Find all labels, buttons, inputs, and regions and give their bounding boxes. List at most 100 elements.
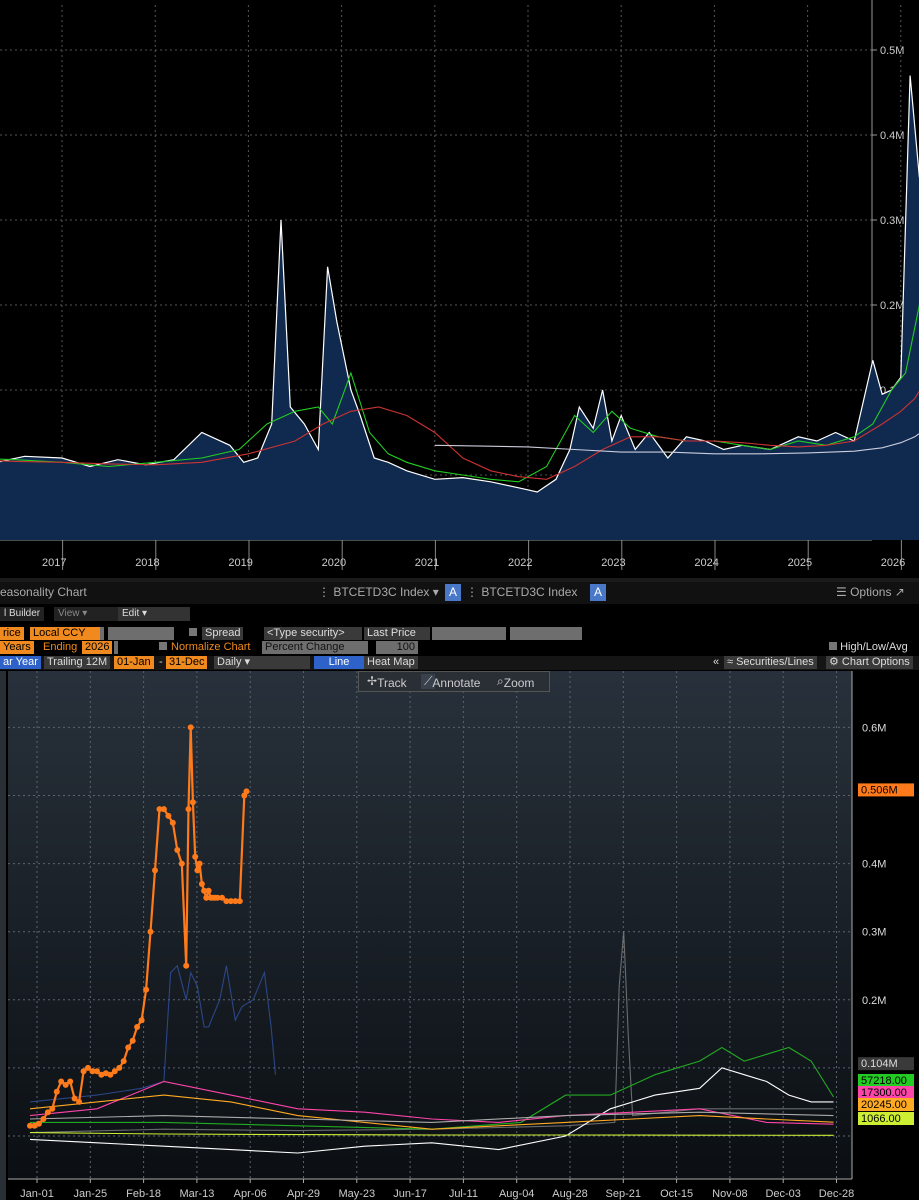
zoom-button[interactable]: ⌕ Zoom bbox=[497, 674, 534, 690]
frequency-select[interactable]: Daily ▾ bbox=[214, 656, 310, 669]
bottom-series-point bbox=[138, 1017, 145, 1024]
bottom-series-point bbox=[49, 1105, 56, 1112]
blank-field-1[interactable] bbox=[108, 627, 174, 640]
bottom-x-tick-label: Dec-03 bbox=[765, 1188, 800, 1200]
bottom-y-tick-label: 0.6M bbox=[862, 722, 886, 734]
bottom-series-point bbox=[183, 962, 190, 969]
panel-title: easonality Chart bbox=[0, 585, 87, 599]
value-label-text: 17300.00 bbox=[861, 1087, 907, 1099]
settings-row-3: ar Year Trailing 12M 01-Jan - 31-Dec Dai… bbox=[0, 656, 919, 670]
bottom-series-point bbox=[187, 724, 194, 731]
trailing-12m-tab[interactable]: Trailing 12M bbox=[44, 656, 111, 669]
edit-menu[interactable]: Edit ▾ bbox=[118, 607, 190, 621]
top-x-tick-label: 2022 bbox=[508, 557, 532, 569]
bottom-series-point bbox=[35, 1120, 42, 1127]
blank-field-2[interactable] bbox=[432, 627, 506, 640]
bottom-series-point bbox=[178, 860, 185, 867]
bottom-series-point bbox=[116, 1064, 123, 1071]
securities-lines-button[interactable]: ≈ Securities/Lines bbox=[724, 656, 817, 669]
security-field-2[interactable]: ⋮ BTCETD3C Index bbox=[466, 585, 577, 599]
year-stepper[interactable] bbox=[114, 641, 118, 654]
price-field[interactable]: rice bbox=[0, 627, 24, 640]
blank-field-3[interactable] bbox=[510, 627, 582, 640]
bottom-series-point bbox=[160, 806, 167, 813]
bottom-series-point bbox=[152, 867, 158, 874]
security-input[interactable]: <Type security> bbox=[264, 627, 362, 640]
bottom-series-point bbox=[169, 819, 176, 826]
bottom-left-strip bbox=[0, 671, 6, 1200]
bottom-series-point bbox=[76, 1098, 83, 1105]
bottom-series-point bbox=[40, 1116, 47, 1122]
bottom-x-tick-label: Dec-28 bbox=[819, 1188, 854, 1200]
bottom-series-point bbox=[53, 1088, 60, 1095]
top-x-tick-label: 2026 bbox=[881, 557, 905, 569]
settings-row-1: rice Local CCY Spread <Type security> La… bbox=[0, 627, 919, 641]
percent-change-select[interactable]: Percent Change bbox=[262, 641, 368, 654]
bottom-x-tick-label: Mar-13 bbox=[179, 1188, 214, 1200]
normalize-base-input[interactable]: 100 bbox=[376, 641, 418, 654]
bottom-series-point bbox=[205, 887, 212, 894]
value-label-text: 0.104M bbox=[861, 1058, 898, 1070]
bottom-series-point bbox=[243, 788, 250, 795]
calendar-year-tab[interactable]: ar Year bbox=[0, 656, 41, 669]
bottom-series-point bbox=[194, 867, 201, 874]
bottom-series-point bbox=[198, 881, 205, 887]
menu-bar: l Builder View ▾ Edit ▾ bbox=[0, 606, 919, 623]
security-a-button-2[interactable]: A bbox=[590, 584, 606, 601]
ending-year-input[interactable]: 2026 bbox=[82, 641, 113, 654]
bottom-series-point bbox=[189, 799, 196, 806]
options-menu[interactable]: ☰ Options ↗ bbox=[836, 585, 905, 599]
security-field-1[interactable]: ⋮ BTCETD3C Index ▾ bbox=[318, 585, 439, 599]
bottom-x-tick-label: Sep-21 bbox=[606, 1188, 641, 1200]
bottom-x-tick-label: Jan-25 bbox=[73, 1188, 107, 1200]
value-label-text: 1066.00 bbox=[861, 1113, 901, 1125]
settings-row-2: Years Ending 2026 Normalize Chart Percen… bbox=[0, 641, 919, 655]
top-x-tick-label: 2017 bbox=[42, 557, 66, 569]
collapse-icon[interactable]: « bbox=[710, 656, 722, 669]
from-date-input[interactable]: 01-Jan bbox=[114, 656, 154, 669]
currency-dropdown[interactable] bbox=[100, 627, 104, 640]
bottom-series-point bbox=[129, 1037, 136, 1044]
value-label-text: 57218.00 bbox=[861, 1075, 907, 1087]
bottom-x-tick-label: Feb-18 bbox=[126, 1188, 161, 1200]
chart-toolbar: ✢ Track ⟋ Annotate ⌕ Zoom bbox=[358, 671, 550, 692]
seasonality-title-bar: easonality Chart ⋮ BTCETD3C Index ▾ A ⋮ … bbox=[0, 582, 919, 604]
bottom-series-point bbox=[185, 806, 192, 813]
builder-menu[interactable]: l Builder bbox=[0, 607, 45, 621]
bottom-series-point bbox=[134, 1024, 141, 1030]
bottom-y-tick-label: 0.3M bbox=[862, 927, 886, 939]
to-date-input[interactable]: 31-Dec bbox=[166, 656, 208, 669]
heat-map-tab[interactable]: Heat Map bbox=[364, 656, 418, 669]
bottom-plot-area bbox=[8, 671, 852, 1179]
bottom-series-point bbox=[192, 853, 199, 860]
normalize-label: Normalize Chart bbox=[171, 641, 251, 653]
last-price-field[interactable]: Last Price bbox=[364, 627, 430, 640]
bottom-y-tick-label: 0.2M bbox=[862, 995, 886, 1007]
track-button[interactable]: ✢ Track bbox=[367, 674, 407, 690]
years-label: Years bbox=[0, 641, 34, 654]
bottom-x-tick-label: Nov-08 bbox=[712, 1188, 747, 1200]
view-menu[interactable]: View ▾ bbox=[54, 607, 118, 621]
top-x-tick-label: 2021 bbox=[415, 557, 439, 569]
bottom-series-point bbox=[120, 1058, 127, 1065]
bottom-series-point bbox=[147, 928, 154, 935]
spread-checkbox[interactable] bbox=[186, 627, 200, 640]
currency-select[interactable]: Local CCY bbox=[30, 627, 102, 640]
annotate-button[interactable]: ⟋ Annotate bbox=[421, 674, 480, 690]
ending-label: Ending bbox=[43, 641, 78, 653]
bottom-x-tick-label: Aug-04 bbox=[499, 1188, 534, 1200]
top-x-tick-label: 2019 bbox=[228, 557, 252, 569]
bottom-x-tick-label: Jul-11 bbox=[449, 1188, 478, 1200]
security-a-button-1[interactable]: A bbox=[445, 584, 461, 601]
high-low-avg-checkbox[interactable]: High/Low/Avg bbox=[826, 641, 911, 654]
line-tab[interactable]: Line bbox=[314, 656, 364, 669]
bottom-x-tick-label: Aug-28 bbox=[552, 1188, 587, 1200]
bottom-series-point bbox=[143, 986, 150, 993]
chart-options-button[interactable]: ⚙ Chart Options bbox=[826, 656, 913, 669]
top-x-tick-label: 2024 bbox=[694, 557, 718, 569]
top-history-chart: 00.1M0.2M0.3M0.4M0.5M2017201820192020202… bbox=[0, 0, 919, 578]
bottom-x-tick-label: Oct-15 bbox=[660, 1188, 693, 1200]
date-dash: - bbox=[159, 656, 163, 668]
spread-label: Spread bbox=[202, 627, 244, 640]
top-x-tick-label: 2023 bbox=[601, 557, 625, 569]
